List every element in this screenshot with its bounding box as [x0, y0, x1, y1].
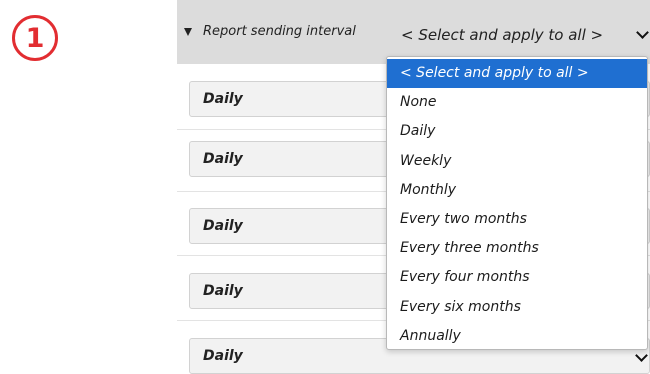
dropdown-option[interactable]: Every two months — [387, 205, 647, 234]
row-interval-value: Daily — [203, 151, 243, 167]
report-interval-header-label: Report sending interval — [203, 24, 356, 39]
apply-all-select-value: < Select and apply to all > — [401, 26, 604, 44]
row-interval-value: Daily — [203, 283, 243, 299]
dropdown-option[interactable]: Annually — [387, 322, 647, 351]
row-interval-value: Daily — [203, 91, 243, 107]
dropdown-option[interactable]: < Select and apply to all > — [387, 59, 647, 89]
dropdown-option[interactable]: None — [387, 88, 647, 117]
step-number: 1 — [25, 22, 45, 54]
row-interval-value: Daily — [203, 348, 243, 364]
apply-all-interval-select[interactable]: < Select and apply to all > — [387, 17, 650, 53]
dropdown-option[interactable]: Weekly — [387, 147, 647, 176]
dropdown-option[interactable]: Daily — [387, 117, 647, 146]
dropdown-option[interactable]: Monthly — [387, 176, 647, 205]
dropdown-option[interactable]: Every four months — [387, 263, 647, 292]
row-interval-value: Daily — [203, 218, 243, 234]
interval-dropdown-list: < Select and apply to all > None Daily W… — [386, 56, 648, 350]
step-number-badge: 1 — [12, 15, 58, 61]
dropdown-option[interactable]: Every six months — [387, 293, 647, 322]
chevron-down-icon — [636, 26, 649, 39]
dropdown-option[interactable]: Every three months — [387, 234, 647, 263]
collapse-triangle-icon[interactable] — [184, 28, 192, 36]
chevron-down-icon — [635, 349, 648, 362]
